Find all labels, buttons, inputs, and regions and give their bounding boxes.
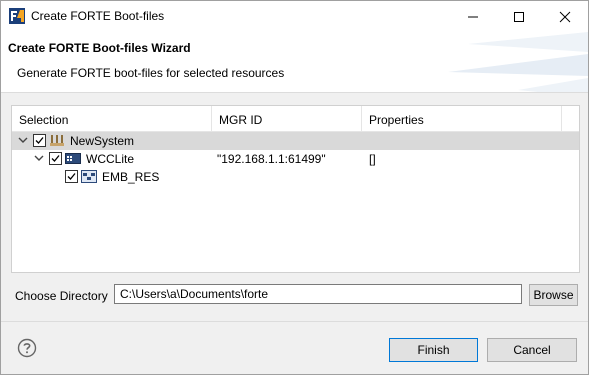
checkbox-emb-res[interactable] <box>65 170 78 183</box>
dialog-window: Create FORTE Boot-files Create FORTE Boo… <box>0 0 589 375</box>
column-divider[interactable] <box>561 106 562 131</box>
resource-tree-table[interactable]: Selection MGR ID Properties NewSystem WC… <box>11 105 580 273</box>
column-header-properties[interactable]: Properties <box>369 113 424 127</box>
tree-row-wcclite[interactable]: WCCLite "192.168.1.1:61499" [] <box>12 150 579 168</box>
choose-directory-label: Choose Directory <box>15 289 108 303</box>
column-divider[interactable] <box>211 106 212 131</box>
tree-header: Selection MGR ID Properties <box>12 106 579 132</box>
title-bar: Create FORTE Boot-files <box>1 1 588 32</box>
chevron-down-icon[interactable] <box>18 136 28 144</box>
row-label: WCCLite <box>86 152 135 166</box>
window-title: Create FORTE Boot-files <box>31 9 165 23</box>
directory-input[interactable] <box>114 284 522 304</box>
minimize-button[interactable] <box>450 1 496 32</box>
wizard-title: Create FORTE Boot-files Wizard <box>8 41 191 55</box>
row-properties: [] <box>369 152 376 166</box>
chevron-down-icon[interactable] <box>34 154 44 162</box>
device-icon <box>65 153 81 164</box>
minimize-icon <box>468 16 478 18</box>
checkbox-wcclite[interactable] <box>49 152 62 165</box>
header-divider <box>1 92 588 93</box>
close-icon <box>559 11 571 23</box>
checkbox-newsystem[interactable] <box>33 134 46 147</box>
close-button[interactable] <box>542 1 588 32</box>
maximize-icon <box>514 12 524 22</box>
system-icon <box>50 135 64 146</box>
check-icon <box>35 137 44 144</box>
tree-row-newsystem[interactable]: NewSystem <box>12 132 579 150</box>
check-icon <box>51 155 60 162</box>
help-icon[interactable] <box>17 338 37 358</box>
column-header-selection[interactable]: Selection <box>19 113 68 127</box>
cancel-button[interactable]: Cancel <box>487 338 577 362</box>
footer-divider <box>1 321 588 322</box>
resource-icon <box>81 170 97 183</box>
row-label: NewSystem <box>70 134 135 148</box>
column-divider[interactable] <box>361 106 362 131</box>
header-decoration <box>448 32 588 92</box>
row-mgr-id: "192.168.1.1:61499" <box>217 152 326 166</box>
app-logo-icon <box>9 8 25 24</box>
check-icon <box>67 173 76 180</box>
row-label: EMB_RES <box>102 170 160 184</box>
wizard-header: Create FORTE Boot-files Wizard Generate … <box>1 32 588 92</box>
wizard-description: Generate FORTE boot-files for selected r… <box>17 66 285 80</box>
column-header-mgr-id[interactable]: MGR ID <box>219 113 262 127</box>
browse-button[interactable]: Browse <box>529 284 578 306</box>
finish-button[interactable]: Finish <box>389 338 478 362</box>
maximize-button[interactable] <box>496 1 542 32</box>
tree-row-emb-res[interactable]: EMB_RES <box>12 168 579 186</box>
